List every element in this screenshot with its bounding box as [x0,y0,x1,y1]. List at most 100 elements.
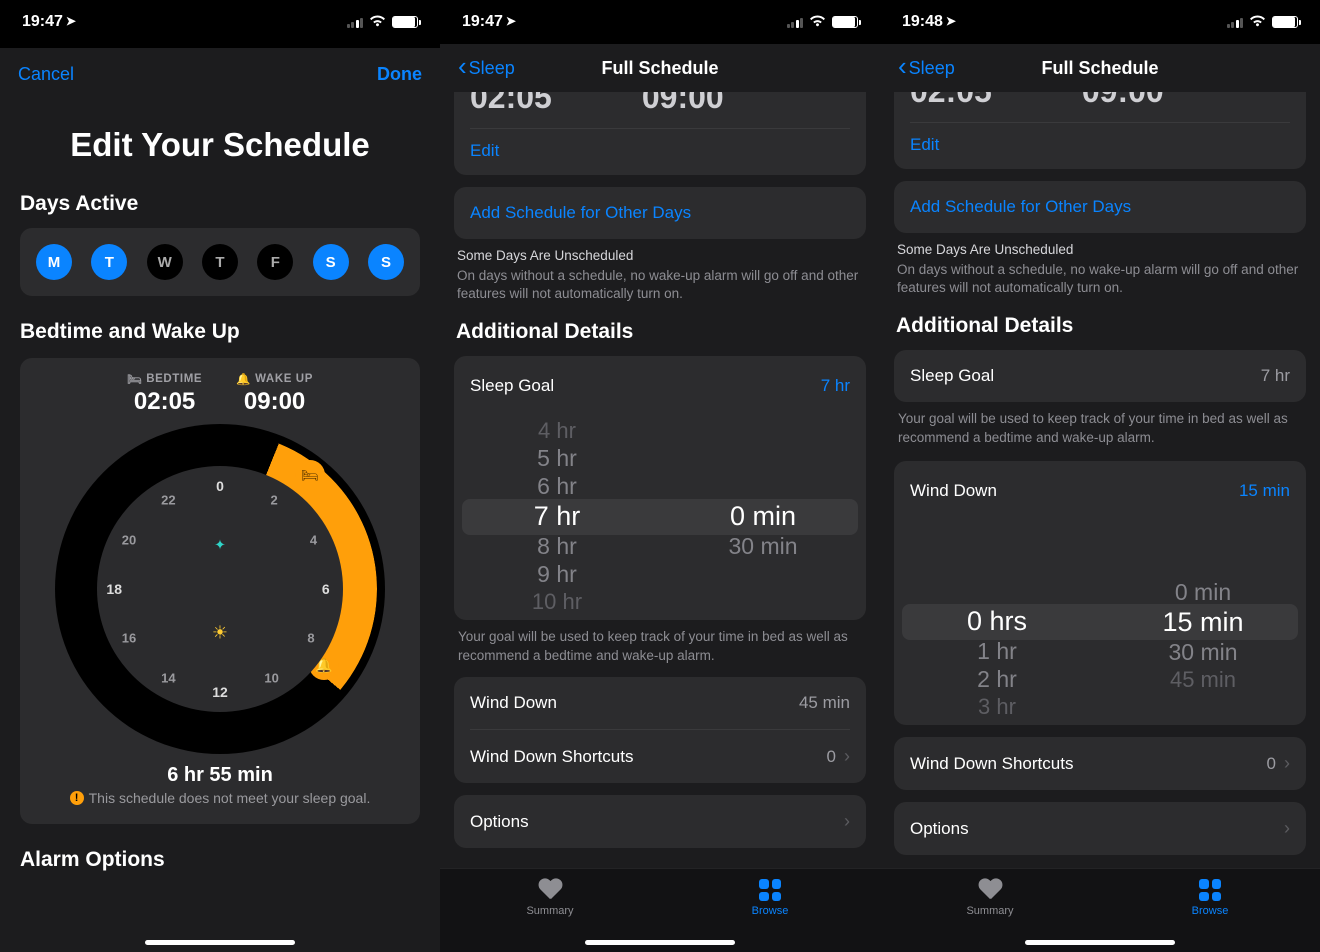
picker-min-0[interactable]: 0 min [1175,579,1231,606]
back-button[interactable]: ‹ Sleep [898,55,955,81]
grid-icon [759,879,781,901]
shortcuts-label: Wind Down Shortcuts [470,747,633,767]
day-toggle-fri[interactable]: F [257,244,293,280]
chevron-right-icon: › [844,746,850,767]
cut-bedtime: 02:05 [470,92,552,116]
sleep-goal-label: Sleep Goal [470,376,554,396]
cut-bedtime: 02:05 [910,92,992,110]
status-bar: 19:47 ➤ [440,0,880,44]
day-toggle-sat[interactable]: S [313,244,349,280]
wind-down-shortcuts-row[interactable]: Wind Down Shortcuts 0 › [454,730,866,783]
clock-22: 22 [161,493,175,508]
page-title: Edit Your Schedule [20,126,420,164]
sleep-goal-label: Sleep Goal [910,366,994,386]
home-indicator[interactable] [1025,940,1175,945]
sleep-goal-picker[interactable]: 4 hr 5 hr 6 hr 7 hr 8 hr 9 hr 10 hr . . … [454,416,866,620]
wind-down-value: 15 min [1239,481,1290,501]
clock-0: 0 [216,478,224,494]
cut-wake: 09:00 [642,92,724,116]
location-icon: ➤ [946,14,956,28]
wifi-icon [809,14,826,30]
add-schedule-card[interactable]: Add Schedule for Other Days [454,187,866,239]
day-toggle-thu[interactable]: T [202,244,238,280]
sleep-dial[interactable]: 🛏 🔔 ✦ ☀︎ 0 2 4 6 8 10 12 14 16 18 [55,424,385,754]
sleep-goal-value: 7 hr [821,376,850,396]
additional-details-header: Additional Details [456,320,864,344]
options-card[interactable]: Options › [454,795,866,848]
tab-browse-label: Browse [1192,905,1229,917]
tab-browse-label: Browse [752,905,789,917]
day-toggle-mon[interactable]: M [36,244,72,280]
grid-icon [1199,879,1221,901]
clock-20: 20 [122,532,136,547]
picker-hr-10[interactable]: 10 hr [532,589,582,615]
picker-hr-0[interactable]: 0 hrs [967,606,1027,637]
picker-hr-8[interactable]: 8 hr [537,533,577,560]
picker-hr-5[interactable]: 5 hr [537,445,577,472]
home-indicator[interactable] [145,940,295,945]
back-button[interactable]: ‹ Sleep [458,55,515,81]
nav-bar: ‹ Sleep Full Schedule [880,44,1320,92]
bell-icon: 🔔 [236,372,251,386]
back-label: Sleep [909,58,955,79]
edit-button[interactable]: Edit [910,135,1290,155]
status-time: 19:47 [22,13,63,31]
phone-2-full-schedule: 19:47 ➤ ‹ Sleep Full Schedule 02:05 09:0… [440,0,880,952]
options-card[interactable]: Options › [894,802,1306,855]
sleep-goal-row[interactable]: Sleep Goal 7 hr [454,356,866,416]
wind-down-value: 45 min [799,693,850,713]
wind-down-picker[interactable]: . . . 0 hrs 1 hr 2 hr 3 hr . . 0 min 15 … [894,521,1306,725]
clock-8: 8 [307,631,314,646]
day-toggle-wed[interactable]: W [147,244,183,280]
chevron-right-icon: › [844,811,850,832]
warning-icon: ! [70,791,84,805]
back-label: Sleep [469,58,515,79]
unscheduled-notice: Some Days Are Unscheduled On days withou… [454,239,866,304]
done-button[interactable]: Done [377,64,422,85]
wind-down-row[interactable]: Wind Down 15 min [894,461,1306,521]
picker-min-30[interactable]: 30 min [1168,639,1237,666]
picker-hr-1[interactable]: 1 hr [977,638,1017,665]
picker-hr-9[interactable]: 9 hr [537,561,577,588]
alarm-options-header: Alarm Options [20,848,420,872]
picker-min-45[interactable]: 45 min [1170,667,1236,693]
picker-hr-3[interactable]: 3 hr [978,694,1016,720]
picker-hr-2[interactable]: 2 hr [977,666,1017,693]
sleep-goal-note: Your goal will be used to keep track of … [454,620,866,666]
picker-hr-7[interactable]: 7 hr [534,501,581,532]
day-toggle-sun[interactable]: S [368,244,404,280]
home-indicator[interactable] [585,940,735,945]
heart-icon [538,879,562,901]
wind-down-row[interactable]: Wind Down 45 min [454,677,866,729]
unscheduled-title: Some Days Are Unscheduled [457,247,863,265]
heart-icon [978,879,1002,901]
sleep-goal-note: Your goal will be used to keep track of … [894,402,1306,448]
picker-min-0[interactable]: 0 min [730,501,796,532]
bedtime-label: BEDTIME [146,373,202,385]
add-schedule-card[interactable]: Add Schedule for Other Days [894,181,1306,233]
wifi-icon [1249,14,1266,30]
picker-min-15[interactable]: 15 min [1162,607,1243,638]
clock-18: 18 [106,581,122,597]
shortcuts-label: Wind Down Shortcuts [910,754,1073,774]
picker-hr-6[interactable]: 6 hr [537,473,577,500]
cellular-icon [787,17,804,28]
wind-down-shortcuts-card[interactable]: Wind Down Shortcuts 0 › [894,737,1306,790]
picker-hr-4[interactable]: 4 hr [538,418,576,444]
unscheduled-title: Some Days Are Unscheduled [897,241,1303,259]
schedule-card-partial: 02:05 09:00 Edit [894,92,1306,169]
bedtime-handle[interactable]: 🛏 [295,460,325,490]
options-label: Options [910,819,969,839]
cancel-button[interactable]: Cancel [18,64,74,85]
battery-icon [1272,16,1298,28]
sleep-goal-card[interactable]: Sleep Goal 7 hr [894,350,1306,402]
shortcuts-value: 0 [827,747,836,767]
clock-10: 10 [264,670,278,685]
add-schedule-label: Add Schedule for Other Days [470,203,850,223]
duration-value: 6 hr 55 min [20,764,420,787]
wifi-icon [369,14,386,30]
day-toggle-tue[interactable]: T [91,244,127,280]
days-card: M T W T F S S [20,228,420,296]
edit-button[interactable]: Edit [470,141,850,161]
picker-min-30[interactable]: 30 min [728,533,797,560]
